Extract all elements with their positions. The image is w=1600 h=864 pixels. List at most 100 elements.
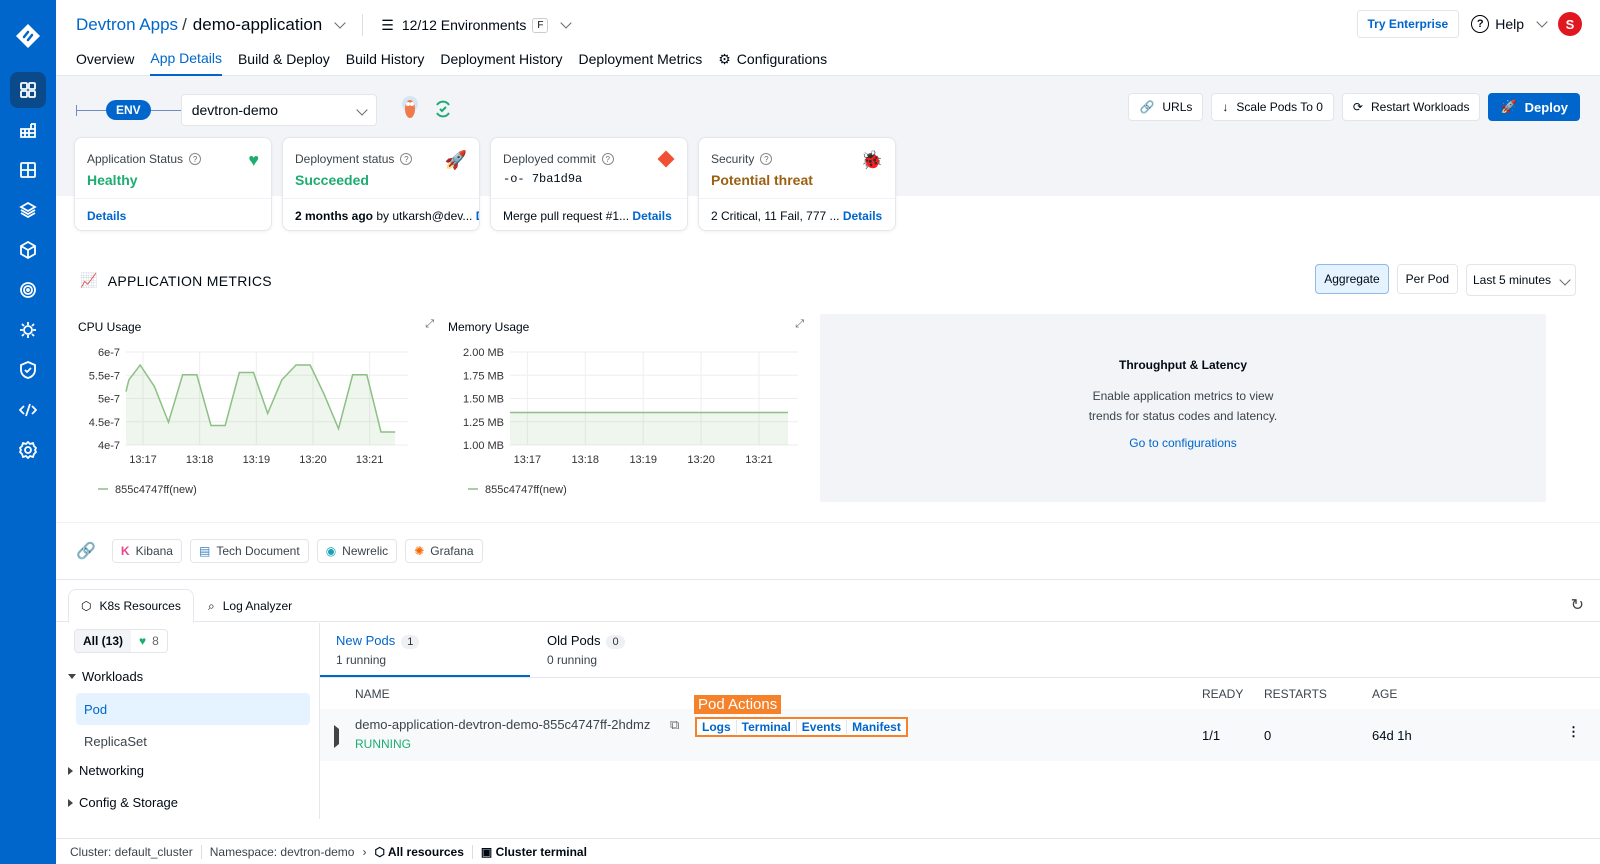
chart-store-icon[interactable] xyxy=(10,112,46,148)
cluster-name: Cluster: default_cluster xyxy=(70,844,193,859)
deployment-status-details-link[interactable]: Details xyxy=(476,209,479,223)
expand-icon[interactable]: ⤢ xyxy=(795,318,804,331)
tree-workloads[interactable]: Workloads xyxy=(68,669,143,684)
pod-actions-label: Pod Actions xyxy=(694,695,782,714)
filter-icon: ☰ xyxy=(381,16,394,33)
environment-select[interactable]: devtron-demo xyxy=(180,94,377,126)
pod-age: 64d 1h xyxy=(1372,728,1412,743)
expand-icon[interactable]: ⤢ xyxy=(425,318,434,331)
tab-build-deploy[interactable]: Build & Deploy xyxy=(238,50,330,76)
y-tick-label: 1.75 MB xyxy=(463,370,504,382)
kebab-menu-icon[interactable]: ⋮ xyxy=(1567,724,1580,740)
tab-deployment-history[interactable]: Deployment History xyxy=(440,50,562,76)
go-to-configurations-link[interactable]: Go to configurations xyxy=(820,436,1546,450)
per-pod-toggle[interactable]: Per Pod xyxy=(1396,264,1458,294)
k8s-tabs: ⬡ K8s Resources ⌕ Log Analyzer ↻ xyxy=(56,589,1600,623)
newrelic-link[interactable]: ◉ Newrelic xyxy=(316,539,398,563)
breadcrumb-devtron-apps[interactable]: Devtron Apps xyxy=(76,15,178,35)
table-row[interactable]: demo-application-devtron-demo-855c4747ff… xyxy=(320,695,1600,761)
help-icon[interactable]: ? xyxy=(189,153,202,165)
y-tick-label: 1.50 MB xyxy=(463,394,504,406)
time-range-select[interactable]: Last 5 minutes xyxy=(1466,264,1576,296)
security-status-value: Potential threat xyxy=(711,172,813,188)
tree-networking[interactable]: Networking xyxy=(68,763,144,778)
newrelic-icon: ◉ xyxy=(325,544,337,558)
tab-app-details[interactable]: App Details xyxy=(150,50,222,76)
terminal-action[interactable]: Terminal xyxy=(737,720,797,734)
tab-k8s-resources[interactable]: ⬡ K8s Resources xyxy=(68,589,194,623)
x-tick-label: 13:19 xyxy=(243,454,271,466)
deploy-button[interactable]: 🚀 Deploy xyxy=(1488,93,1580,121)
events-action[interactable]: Events xyxy=(797,720,848,734)
heart-pulse-icon: ♥ xyxy=(139,634,147,648)
tech-document-link[interactable]: ▤ Tech Document xyxy=(189,539,309,563)
application-status-details-link[interactable]: Details xyxy=(87,209,126,223)
tab-configurations[interactable]: ⚙ Configurations xyxy=(718,50,827,76)
app-switcher-chevron-icon[interactable] xyxy=(334,17,346,29)
tab-new-pods[interactable]: New Pods 1 1 running xyxy=(336,633,420,667)
filter-healthy[interactable]: ♥ 8 xyxy=(131,630,167,652)
tab-old-pods[interactable]: Old Pods 0 0 running xyxy=(547,633,625,667)
tree-pod[interactable]: Pod xyxy=(76,693,310,725)
tab-deployment-metrics[interactable]: Deployment Metrics xyxy=(579,50,703,76)
series-area xyxy=(510,412,788,445)
cube-icon[interactable] xyxy=(10,232,46,268)
x-tick-label: 13:17 xyxy=(129,454,157,466)
help-icon[interactable]: ? xyxy=(400,153,413,165)
aggregate-toggle[interactable]: Aggregate xyxy=(1315,264,1389,294)
env-filter-chevron-icon[interactable] xyxy=(560,17,573,29)
legend-label: 855c4747ff(new) xyxy=(115,484,197,496)
urls-button[interactable]: 🔗 URLs xyxy=(1128,93,1204,121)
heart-pulse-icon: ♥ xyxy=(248,150,259,170)
user-avatar[interactable]: S xyxy=(1558,12,1582,36)
x-tick-label: 13:20 xyxy=(299,454,327,466)
link-icon: 🔗 xyxy=(76,543,96,560)
copy-icon[interactable]: ⧉ xyxy=(670,717,679,733)
devtron-logo[interactable] xyxy=(0,0,56,72)
security-details-link[interactable]: Details xyxy=(843,209,882,223)
help-icon[interactable]: ? xyxy=(760,153,773,165)
logs-action[interactable]: Logs xyxy=(697,720,737,734)
restart-workloads-button[interactable]: ⟳ Restart Workloads xyxy=(1341,93,1481,121)
app-header: Devtron Apps / demo-application ☰ 12/12 … xyxy=(56,0,1600,76)
commit-icon: -o- xyxy=(503,172,532,186)
resource-filter: All (13) ♥ 8 xyxy=(74,629,168,653)
code-icon[interactable] xyxy=(10,392,46,428)
scale-pods-button[interactable]: ↓ Scale Pods To 0 xyxy=(1211,93,1334,121)
cpu-chart-svg: 6e-7 5.5e-7 5e-7 4.5e-7 4e-7 13:17 13:18 13:19 1… xyxy=(89,347,408,496)
application-metrics: 📈 APPLICATION METRICS Aggregate Per Pod L… xyxy=(56,262,1600,522)
restart-icon: ⟳ xyxy=(1352,100,1363,114)
deployment-status-card: Deployment status? Succeeded 🚀 2 months … xyxy=(282,137,480,231)
all-resources-link[interactable]: ⬡ All resources xyxy=(374,845,463,859)
settings-icon[interactable] xyxy=(10,432,46,468)
tree-config-storage[interactable]: Config & Storage xyxy=(68,795,178,810)
document-icon: ▤ xyxy=(198,544,211,558)
help-icon[interactable]: ? xyxy=(601,153,614,165)
target-icon[interactable] xyxy=(10,272,46,308)
bug-icon: 🐞 xyxy=(860,150,883,170)
shield-icon[interactable] xyxy=(10,352,46,388)
help-menu[interactable]: ? Help xyxy=(1471,15,1548,33)
tab-build-history[interactable]: Build History xyxy=(346,50,425,76)
tab-log-analyzer[interactable]: ⌕ Log Analyzer xyxy=(196,589,304,623)
kibana-icon: K xyxy=(120,544,130,558)
filter-all[interactable]: All (13) xyxy=(75,630,132,652)
commit-details-link[interactable]: Details xyxy=(632,209,671,223)
manifest-action[interactable]: Manifest xyxy=(847,720,906,734)
arrow-down-icon: ↓ xyxy=(1222,100,1229,114)
tree-replicaset[interactable]: ReplicaSet xyxy=(76,725,310,757)
tab-overview[interactable]: Overview xyxy=(76,50,134,76)
cluster-terminal-link[interactable]: ▣ Cluster terminal xyxy=(481,845,587,859)
kibana-link[interactable]: K Kibana xyxy=(111,539,182,563)
resource-browser-icon[interactable] xyxy=(10,152,46,188)
grafana-link[interactable]: ✺ Grafana xyxy=(405,539,483,563)
help-chevron-icon xyxy=(1536,16,1548,28)
stack-icon[interactable] xyxy=(10,192,46,228)
cluster-icon[interactable] xyxy=(10,312,46,348)
expand-row-icon[interactable] xyxy=(334,725,339,748)
app-list-icon[interactable] xyxy=(10,72,46,108)
y-tick-label: 4e-7 xyxy=(98,440,120,452)
try-enterprise-button[interactable]: Try Enterprise xyxy=(1356,10,1460,38)
refresh-icon[interactable]: ↻ xyxy=(1571,595,1584,615)
environment-filter[interactable]: ☰ 12/12 Environments F xyxy=(381,16,573,34)
